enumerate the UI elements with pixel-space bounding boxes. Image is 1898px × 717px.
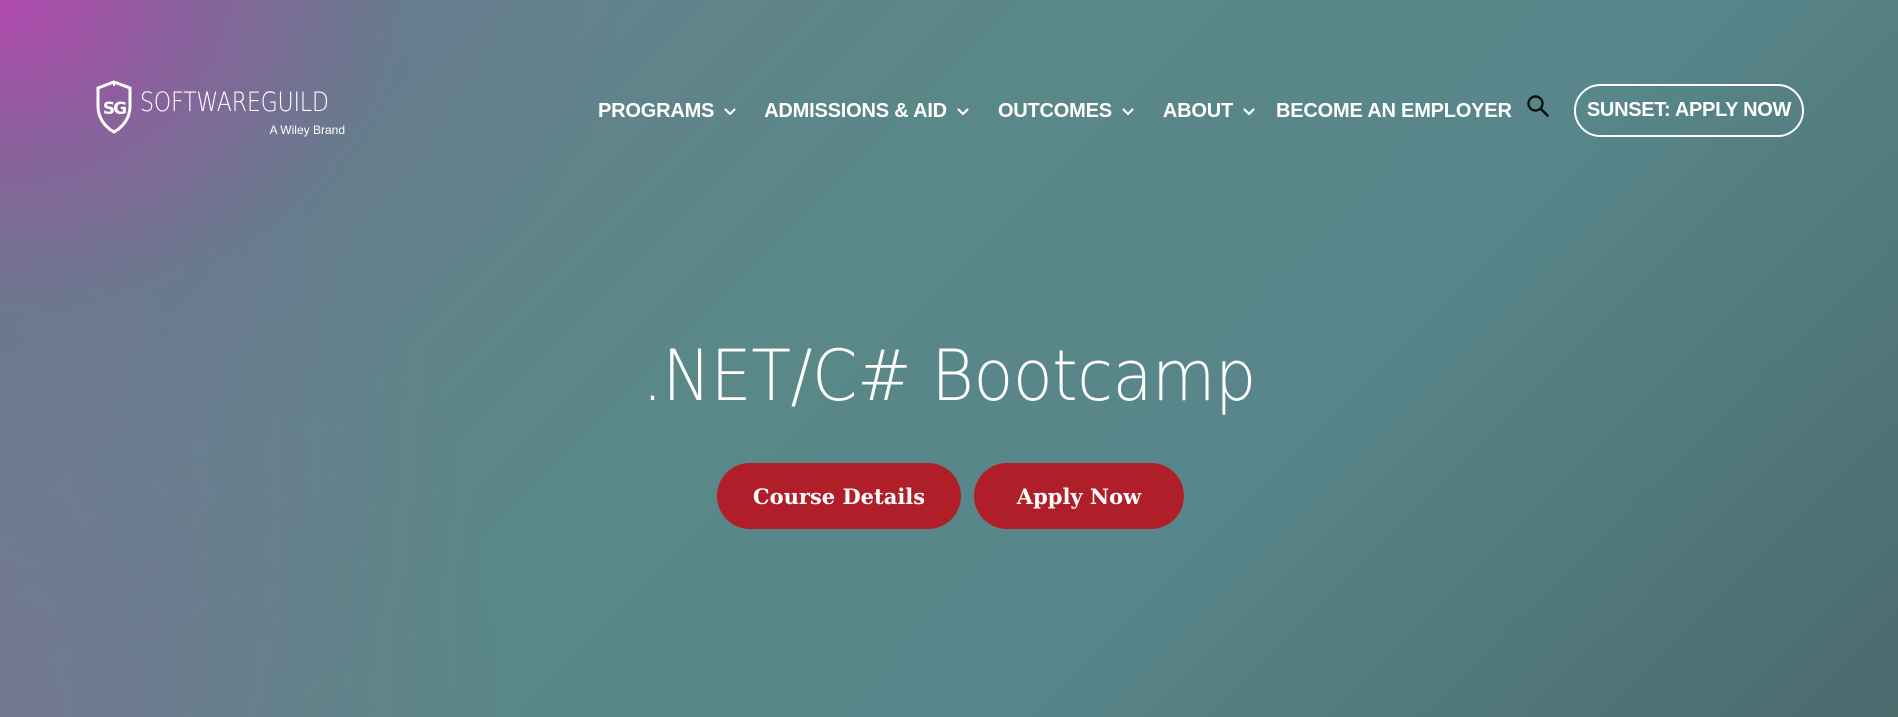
page-title: .NET/C# Bootcamp (0, 334, 1898, 418)
apply-now-button[interactable]: Apply Now (974, 463, 1184, 529)
logo-monogram: SG (103, 99, 126, 119)
main-nav: PROGRAMS ADMISSIONS & AID OUTCOMES ABOUT… (598, 92, 1538, 130)
course-details-button[interactable]: Course Details (717, 463, 961, 529)
site-logo[interactable]: SG SOFTWAREGUILD A Wiley Brand (94, 80, 350, 140)
sunset-apply-now-button[interactable]: SUNSET: APPLY NOW (1574, 84, 1804, 137)
nav-item-label: BECOME AN EMPLOYER (1276, 99, 1512, 122)
nav-item-label: ABOUT (1162, 99, 1234, 122)
logo-text: SOFTWAREGUILD A Wiley Brand (140, 80, 345, 138)
search-icon[interactable] (1526, 94, 1550, 118)
logo-tagline: A Wiley Brand (269, 123, 345, 137)
logo-wordmark: SOFTWAREGUILD (140, 87, 329, 118)
nav-item-label: ADMISSIONS & AID (764, 99, 947, 122)
chevron-down-icon (724, 108, 736, 116)
nav-item-about[interactable]: ABOUT (1163, 100, 1256, 123)
nav-item-label: OUTCOMES (997, 99, 1112, 122)
shield-logo-icon: SG (96, 80, 132, 134)
chevron-down-icon (957, 108, 969, 116)
chevron-down-icon (1243, 108, 1255, 116)
page-title-text: .NET/C# Bootcamp (642, 335, 1256, 417)
nav-item-label: PROGRAMS (598, 99, 715, 122)
nav-item-become-an-employer[interactable]: BECOME AN EMPLOYER (1276, 100, 1512, 123)
chevron-down-icon (1122, 108, 1134, 116)
nav-item-outcomes[interactable]: OUTCOMES (998, 100, 1135, 123)
nav-item-programs[interactable]: PROGRAMS (598, 100, 737, 123)
nav-item-admissions-aid[interactable]: ADMISSIONS & AID (764, 100, 970, 123)
